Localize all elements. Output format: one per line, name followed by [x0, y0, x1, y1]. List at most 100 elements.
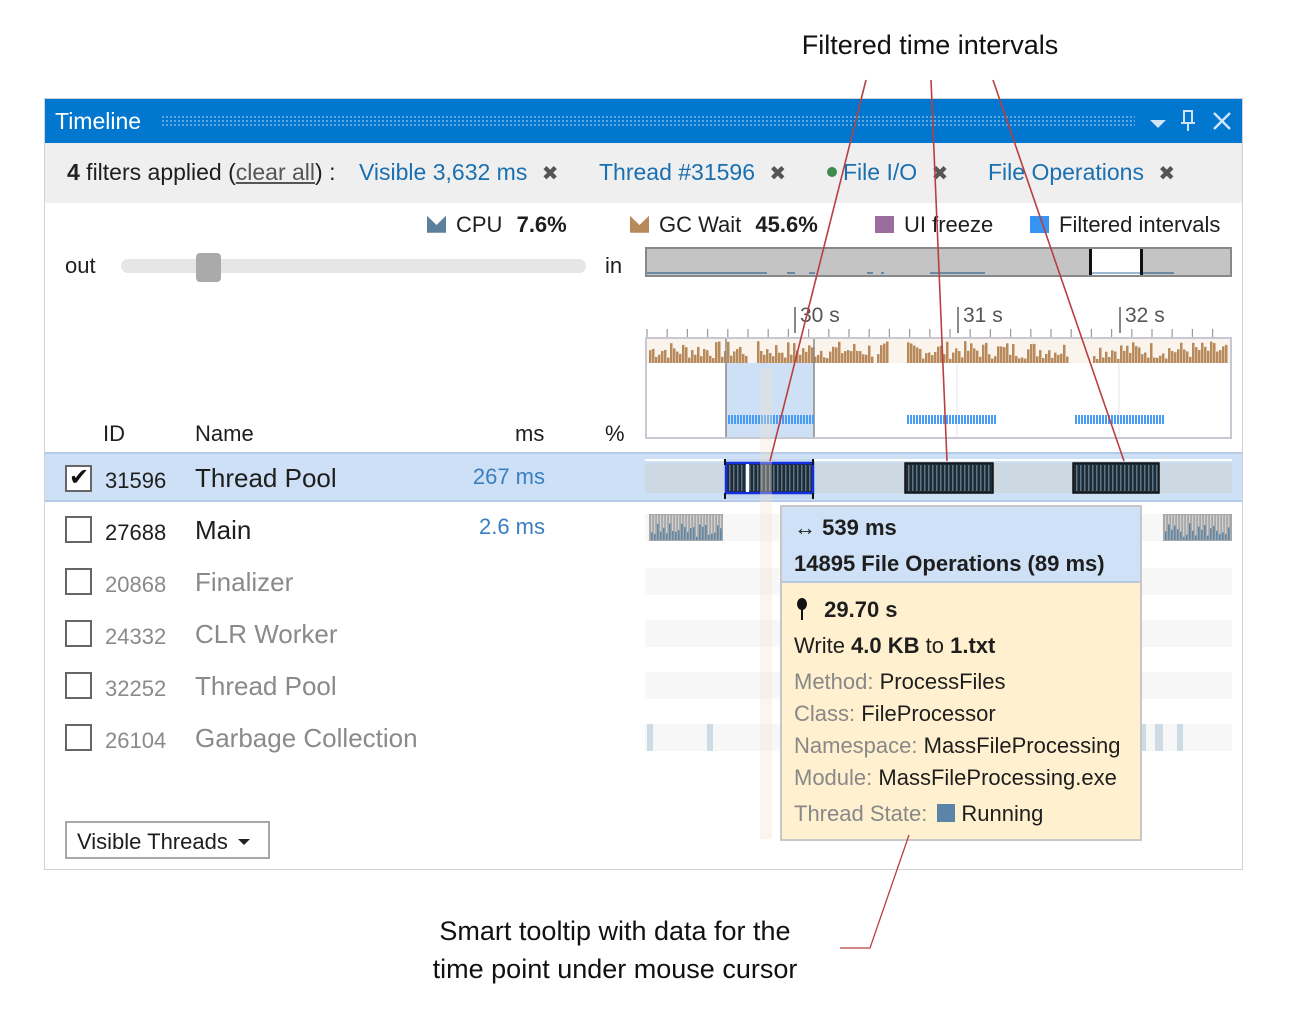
- gc-bar: [793, 343, 796, 363]
- gc-bar: [829, 351, 832, 363]
- column-header-name[interactable]: Name: [195, 421, 254, 447]
- cpu-bar: [681, 523, 683, 540]
- zoom-slider-track[interactable]: [121, 259, 586, 273]
- gc-bar: [907, 342, 910, 363]
- gc-bar: [991, 358, 994, 363]
- gc-chart-icon: [630, 215, 649, 233]
- activity-stripe: [753, 465, 755, 491]
- legend-ui-freeze[interactable]: UI freeze: [875, 212, 993, 238]
- filtered-marker: [1162, 415, 1164, 424]
- thread-checkbox[interactable]: [65, 568, 92, 595]
- gc-bar: [1210, 341, 1213, 363]
- thread-checkbox[interactable]: [65, 724, 92, 751]
- gc-bar: [1102, 357, 1105, 363]
- filtered-marker: [916, 415, 918, 424]
- gc-bar: [1225, 344, 1228, 363]
- cpu-bar: [651, 532, 653, 540]
- gc-bar: [1213, 343, 1216, 363]
- remove-filter-icon[interactable]: ✖: [1158, 163, 1175, 185]
- column-header-pct[interactable]: %: [605, 421, 625, 447]
- thread-checkbox[interactable]: [65, 620, 92, 647]
- selection-tick: [812, 459, 814, 465]
- thread-checkbox[interactable]: [65, 672, 92, 699]
- remove-filter-icon[interactable]: ✖: [542, 163, 559, 185]
- clear-all-link[interactable]: clear all: [236, 159, 315, 185]
- range-handle-right: [1140, 247, 1143, 277]
- legend-filtered-intervals[interactable]: Filtered intervals: [1030, 212, 1220, 238]
- activity-stripe: [737, 465, 739, 491]
- cpu-bar: [1219, 534, 1221, 540]
- gc-bar: [1018, 358, 1021, 363]
- gc-bar: [718, 341, 721, 363]
- gc-bar: [817, 354, 820, 363]
- filter-label[interactable]: File Operations: [988, 159, 1144, 185]
- gc-bar: [670, 343, 673, 363]
- thread-checkbox[interactable]: ✔: [65, 464, 92, 492]
- gc-bar: [772, 356, 775, 363]
- gc-bar: [1063, 344, 1066, 363]
- filter-label[interactable]: File I/O: [843, 159, 917, 185]
- filter-label[interactable]: Thread #31596: [599, 159, 755, 185]
- zoom-slider-thumb[interactable]: [195, 253, 221, 282]
- cpu-bar: [711, 533, 713, 540]
- gc-bar: [1204, 346, 1207, 363]
- cpu-bar: [1177, 529, 1179, 540]
- remove-filter-icon[interactable]: ✖: [932, 163, 949, 185]
- column-header-ms[interactable]: ms: [515, 421, 544, 447]
- filtered-marker: [773, 415, 775, 424]
- legend-value: 7.6%: [516, 212, 567, 237]
- gc-bar: [922, 358, 925, 363]
- gc-bar: [925, 353, 928, 363]
- gc-bar: [1153, 357, 1156, 363]
- legend-cpu[interactable]: CPU 7.6%: [427, 212, 567, 238]
- thread-row-31596[interactable]: ✔ 31596 Thread Pool 267 ms: [45, 452, 1242, 502]
- cpu-bar: [690, 528, 692, 540]
- visible-threads-dropdown[interactable]: Visible Threads: [65, 821, 270, 859]
- gc-bar: [1165, 358, 1168, 363]
- tooltip-operation: Write 4.0 KB to 1.txt: [794, 633, 995, 659]
- activity-stripe: [1124, 465, 1126, 491]
- visible-threads-label: Visible Threads: [77, 829, 228, 854]
- gc-bar: [1195, 347, 1198, 363]
- overview-strip[interactable]: [645, 247, 1232, 277]
- activity-stripe: [757, 465, 759, 491]
- filtered-marker: [1120, 415, 1122, 424]
- gc-bar: [655, 356, 658, 363]
- gc-bar: [1051, 357, 1054, 363]
- gc-bar: [733, 351, 736, 363]
- gc-bar: [1216, 351, 1219, 363]
- activity-stripe: [1096, 465, 1098, 491]
- filtered-marker: [743, 415, 745, 424]
- filtered-marker: [961, 415, 963, 424]
- gc-bar: [766, 349, 769, 363]
- gc-bar: [1147, 357, 1150, 363]
- pin-marker-icon: [797, 598, 807, 621]
- activity-stripe: [932, 465, 934, 491]
- drag-grip[interactable]: [161, 115, 1135, 127]
- close-icon[interactable]: [1211, 107, 1233, 142]
- gc-bar: [685, 347, 688, 363]
- filter-label[interactable]: Visible 3,632 ms: [359, 159, 527, 185]
- cpu-chart-icon: [427, 215, 446, 233]
- gc-bar: [859, 351, 862, 363]
- gc-bar: [1012, 344, 1015, 363]
- gc-bar: [1021, 357, 1024, 363]
- thread-checkbox[interactable]: [65, 516, 92, 543]
- legend-gc-wait[interactable]: GC Wait 45.6%: [630, 212, 818, 238]
- gc-bar: [952, 352, 955, 363]
- thread-name: Finalizer: [195, 567, 294, 597]
- remove-filter-icon[interactable]: ✖: [769, 163, 786, 185]
- activity-stripe: [916, 465, 918, 491]
- pin-icon[interactable]: [1179, 107, 1197, 142]
- dropdown-arrow-icon[interactable]: [1149, 107, 1167, 142]
- column-header-id[interactable]: ID: [103, 421, 125, 447]
- filtered-marker: [910, 415, 912, 424]
- timeline-chart[interactable]: [645, 337, 1232, 439]
- filtered-marker: [964, 415, 966, 424]
- field-key: Namespace:: [794, 733, 924, 758]
- cpu-bar: [717, 525, 719, 540]
- filtered-marker: [728, 415, 730, 424]
- cpu-bar: [714, 532, 716, 540]
- gc-bar: [847, 350, 850, 363]
- gc-bar: [1189, 356, 1192, 363]
